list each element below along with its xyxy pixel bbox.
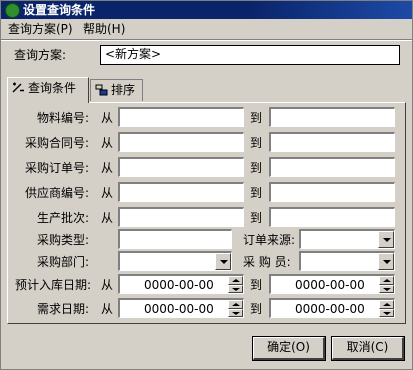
supplier-code-to-input[interactable] xyxy=(269,182,395,202)
contract-no-from-input[interactable] xyxy=(118,132,244,152)
supplier-code-from-label: 从 xyxy=(101,186,114,200)
expected-date-to-input[interactable]: 0000-00-00 xyxy=(269,274,395,294)
batch-no-to-label: 到 xyxy=(250,211,263,225)
expected-date-label: 预计入库日期: xyxy=(15,278,92,292)
menu-bar: 查询方案(P) 帮助(H) xyxy=(1,20,412,38)
required-date-from-label: 从 xyxy=(101,302,114,316)
required-date-from-input[interactable]: 0000-00-00 xyxy=(118,298,244,318)
purchase-dept-label: 采购部门: xyxy=(37,255,90,269)
menu-query-scheme[interactable]: 查询方案(P) xyxy=(8,20,73,38)
tab-sort-label: 排序 xyxy=(111,83,136,97)
query-dialog: 设置查询条件 查询方案(P) 帮助(H) 查询方案: <新方案> 查询条件 排序… xyxy=(0,0,413,370)
tab-query-conditions-label: 查询条件 xyxy=(28,81,77,95)
spin-down-icon[interactable] xyxy=(228,309,243,317)
buyer-label: 采 购 员: xyxy=(243,255,291,269)
order-source-select[interactable] xyxy=(299,229,395,249)
required-date-to-label: 到 xyxy=(250,302,263,316)
order-no-to-label: 到 xyxy=(250,161,263,175)
spin-up-icon[interactable] xyxy=(379,300,394,309)
order-source-label: 订单来源: xyxy=(243,233,296,247)
required-date-to-value: 0000-00-00 xyxy=(295,302,365,316)
material-code-from-input[interactable] xyxy=(118,107,244,127)
contract-no-label: 采购合同号: xyxy=(25,136,90,150)
order-no-label: 采购订单号: xyxy=(25,161,90,175)
spin-up-icon[interactable] xyxy=(379,276,394,285)
chevron-down-icon[interactable] xyxy=(215,253,231,270)
contract-no-from-label: 从 xyxy=(101,136,114,150)
expected-date-to-value: 0000-00-00 xyxy=(295,278,365,292)
expected-date-to-label: 到 xyxy=(250,278,263,292)
spin-down-icon[interactable] xyxy=(228,285,243,293)
purchase-type-label: 采购类型: xyxy=(37,233,90,247)
material-code-to-input[interactable] xyxy=(269,107,395,127)
supplier-code-from-input[interactable] xyxy=(118,182,244,202)
batch-no-from-input[interactable] xyxy=(118,207,244,227)
expected-date-from-value: 0000-00-00 xyxy=(144,278,214,292)
supplier-code-to-label: 到 xyxy=(250,186,263,200)
required-date-from-value: 0000-00-00 xyxy=(144,302,214,316)
material-code-label: 物料编号: xyxy=(37,111,90,125)
chevron-down-icon[interactable] xyxy=(378,231,394,248)
order-no-to-input[interactable] xyxy=(269,157,395,177)
contract-no-to-label: 到 xyxy=(250,136,263,150)
material-code-from-label: 从 xyxy=(101,111,114,125)
batch-no-label: 生产批次: xyxy=(37,211,90,225)
spin-down-icon[interactable] xyxy=(379,285,394,293)
supplier-code-label: 供应商编号: xyxy=(25,186,90,200)
menu-separator-highlight xyxy=(1,40,412,41)
sort-icon xyxy=(95,84,108,96)
purchase-type-input[interactable] xyxy=(118,229,232,249)
order-no-from-label: 从 xyxy=(101,161,114,175)
buyer-select[interactable] xyxy=(299,251,395,271)
order-no-from-input[interactable] xyxy=(118,157,244,177)
app-icon xyxy=(5,3,20,18)
batch-no-to-input[interactable] xyxy=(269,207,395,227)
spin-up-icon[interactable] xyxy=(228,276,243,285)
scheme-label: 查询方案: xyxy=(14,48,67,62)
chevron-down-icon[interactable] xyxy=(378,253,394,270)
expected-date-from-input[interactable]: 0000-00-00 xyxy=(118,274,244,294)
required-date-label: 需求日期: xyxy=(37,302,90,316)
expected-date-from-label: 从 xyxy=(101,278,114,292)
tab-sort[interactable]: 排序 xyxy=(90,79,143,101)
ok-button[interactable]: 确定(O) xyxy=(252,336,326,361)
batch-no-from-label: 从 xyxy=(101,211,114,225)
tab-query-conditions[interactable]: 查询条件 xyxy=(7,77,89,103)
required-date-to-input[interactable]: 0000-00-00 xyxy=(269,298,395,318)
title-bar: 设置查询条件 xyxy=(1,1,412,19)
contract-no-to-input[interactable] xyxy=(269,132,395,152)
purchase-dept-select[interactable] xyxy=(118,251,232,271)
menu-help[interactable]: 帮助(H) xyxy=(83,20,125,38)
scheme-input[interactable]: <新方案> xyxy=(100,45,400,65)
cancel-button[interactable]: 取消(C) xyxy=(331,336,405,361)
filter-icon xyxy=(12,82,24,93)
spin-up-icon[interactable] xyxy=(228,300,243,309)
window-title: 设置查询条件 xyxy=(23,3,96,17)
material-code-to-label: 到 xyxy=(250,111,263,125)
spin-down-icon[interactable] xyxy=(379,309,394,317)
